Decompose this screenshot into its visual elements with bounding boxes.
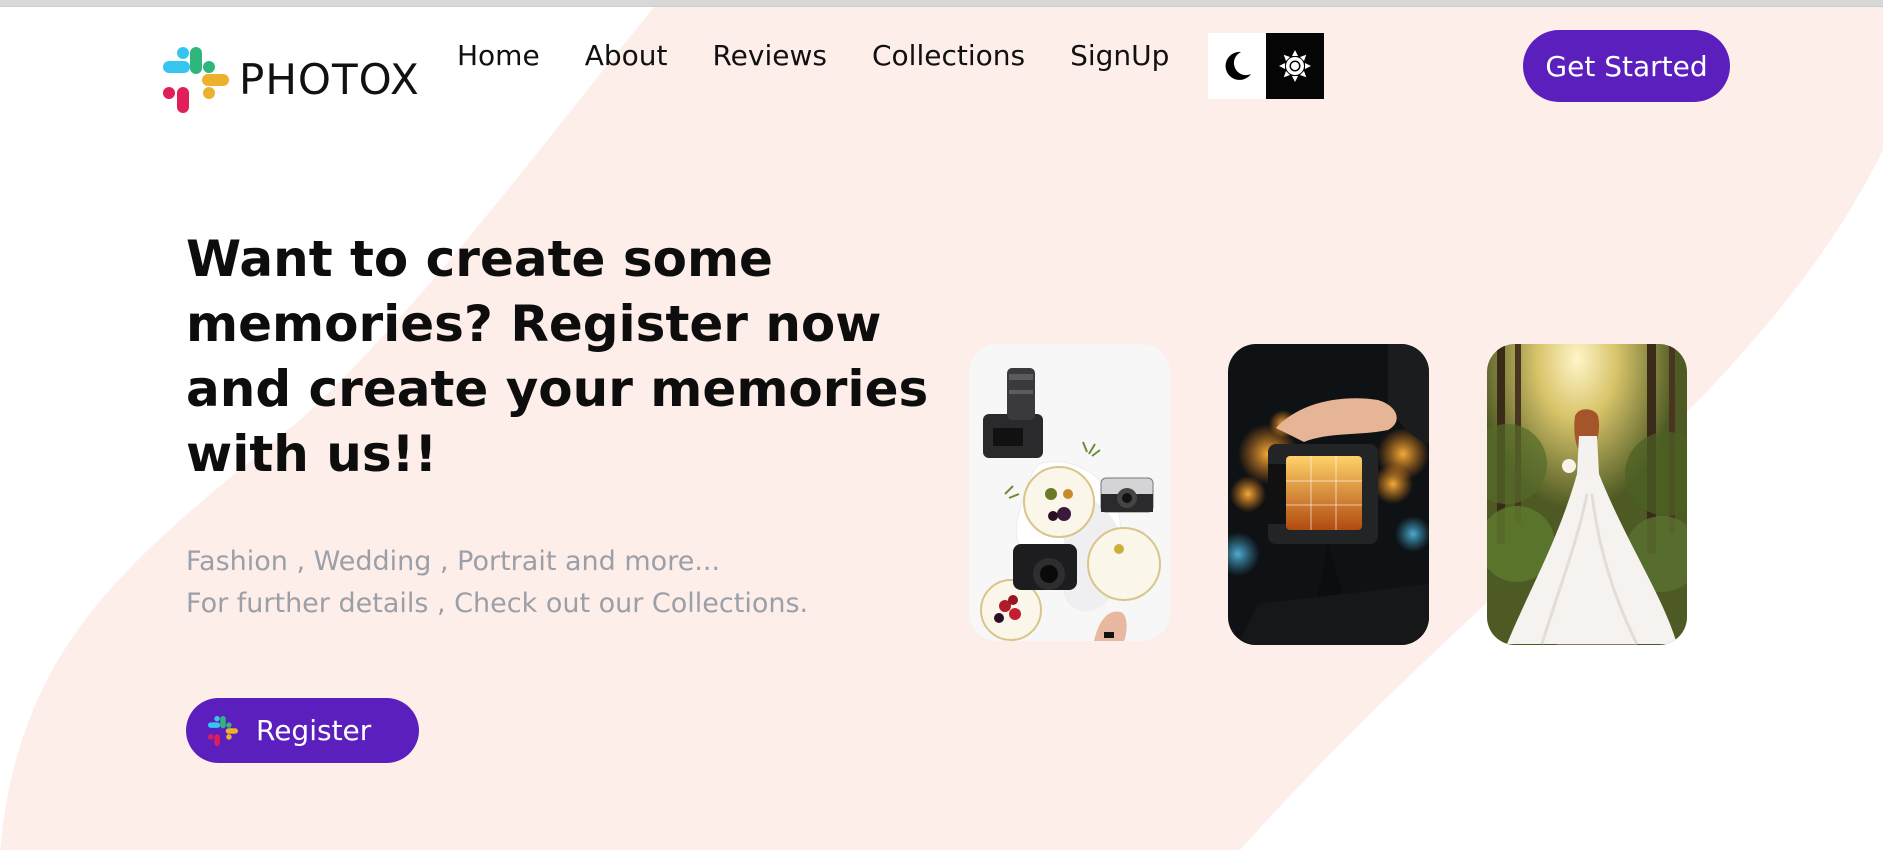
theme-toggle: [1208, 33, 1325, 99]
brand-logo[interactable]: PHOTOX: [163, 47, 420, 113]
camera-viewfinder-night-image: [1228, 344, 1429, 645]
hero-subtitle-line: Fashion , Wedding , Portrait and more...: [186, 546, 721, 577]
dark-mode-button[interactable]: [1208, 33, 1266, 99]
nav-home-link[interactable]: Home: [457, 38, 540, 74]
register-button-label: Register: [256, 714, 372, 747]
sun-icon: [1279, 50, 1311, 82]
get-started-button[interactable]: Get Started: [1523, 30, 1730, 102]
hero-subtitle-line: For further details , Check out our Coll…: [186, 588, 809, 619]
register-button[interactable]: Register: [186, 698, 419, 763]
brand-name: PHOTOX: [239, 55, 420, 104]
hero-title: Want to create some memories? Register n…: [186, 230, 929, 483]
nav-reviews-link[interactable]: Reviews: [712, 38, 827, 74]
slack-style-pinwheel-logo-icon: [163, 47, 229, 113]
bride-in-forest-image: [1487, 344, 1687, 645]
nav-signup-link[interactable]: SignUp: [1070, 38, 1169, 74]
nav-about-link[interactable]: About: [585, 38, 668, 74]
moon-icon: [1225, 51, 1251, 80]
cameras-and-food-flatlay-image: [969, 344, 1170, 641]
browser-top-rule: [0, 0, 1883, 7]
landing-page: PHOTOX Home About Reviews Collections Si…: [0, 0, 1883, 850]
slack-style-pinwheel-logo-icon: [208, 715, 238, 746]
hero-subtitle: Fashion , Wedding , Portrait and more...…: [186, 541, 906, 625]
light-mode-button[interactable]: [1266, 33, 1324, 99]
main-nav: Home About Reviews Collections SignUp: [457, 38, 1169, 74]
nav-collections-link[interactable]: Collections: [872, 38, 1025, 74]
